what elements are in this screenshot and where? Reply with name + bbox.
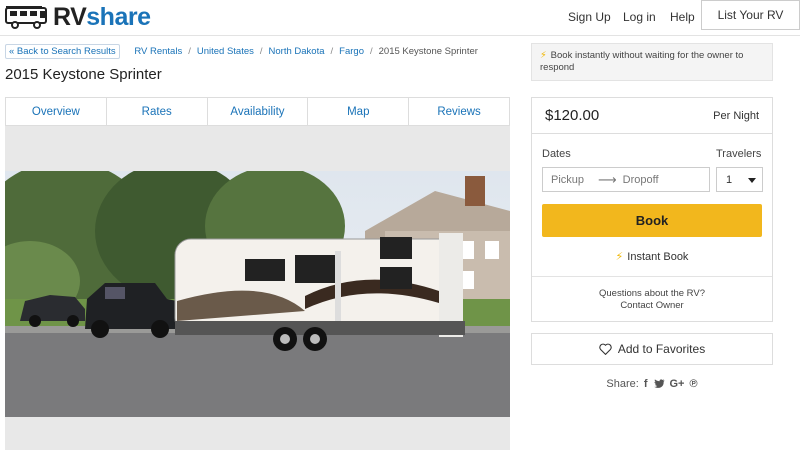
instant-book-notice: ⚡ Book instantly without waiting for the … [531,43,773,81]
lightning-icon: ⚡ [540,50,547,61]
favorites-label: Add to Favorites [617,342,706,356]
google-plus-icon[interactable]: G+ [670,378,685,390]
rv-photo[interactable] [5,171,510,417]
divider [532,276,772,277]
travelers-label: Travelers [716,148,762,160]
tab-rates[interactable]: Rates [107,98,208,125]
dates-picker[interactable]: Pickup ⟶ Dropoff [542,167,710,192]
pinterest-icon[interactable]: ℗ [689,378,697,390]
per-night-label: Per Night [713,110,759,122]
share-bar: Share: f G+ ℗ [531,378,773,390]
rv-logo-icon [5,6,47,29]
questions-text: Questions about the RV? [599,288,705,299]
help-link[interactable]: Help [670,10,695,24]
logo-text-rv: RV [53,3,87,31]
nightly-price: $120.00 [545,107,600,124]
price-row: $120.00 Per Night [532,98,772,134]
caret-down-icon [748,178,756,183]
breadcrumb: « Back to Search Results / RV Rentals / … [5,43,478,59]
tab-reviews[interactable]: Reviews [409,98,509,125]
rvshare-logo[interactable]: RVshare [4,3,151,31]
travelers-value: 1 [726,174,733,186]
arrow-right-icon: ⟶ [598,171,617,187]
photo-gallery[interactable] [5,126,510,450]
breadcrumb-fargo[interactable]: Fargo [339,46,364,57]
breadcrumb-north-dakota[interactable]: North Dakota [269,46,325,57]
back-to-search-link[interactable]: « Back to Search Results [5,43,120,59]
breadcrumb-current: 2015 Keystone Sprinter [378,45,478,57]
listing-tabs: Overview Rates Availability Map Reviews [5,97,510,126]
book-button[interactable]: Book [542,204,762,237]
breadcrumb-united-states[interactable]: United States [197,46,254,57]
tab-availability[interactable]: Availability [208,98,309,125]
dropoff-field[interactable]: Dropoff [623,174,659,186]
list-your-rv-button[interactable]: List Your RV [701,0,800,30]
pickup-field[interactable]: Pickup [551,174,584,186]
facebook-icon[interactable]: f [644,378,648,390]
contact-owner-link[interactable]: Contact Owner [532,300,772,312]
tab-overview[interactable]: Overview [6,98,107,125]
share-label: Share: [606,378,639,390]
lightning-icon: ⚡ [615,251,624,263]
heart-icon [599,343,612,355]
twitter-icon[interactable] [653,379,665,389]
instant-book-label: ⚡ Instant Book [532,250,772,263]
booking-panel: $120.00 Per Night Dates Travelers Pickup… [531,97,773,322]
add-to-favorites-button[interactable]: Add to Favorites [531,333,773,365]
instant-book-text: Instant Book [627,251,689,263]
login-link[interactable]: Log in [623,10,656,24]
top-header: RVshare Sign Up Log in Help List Your RV [0,0,800,36]
listing-title: 2015 Keystone Sprinter [5,66,162,83]
signup-link[interactable]: Sign Up [568,10,611,24]
dates-label: Dates [542,148,571,160]
instant-notice-text: Book instantly without waiting for the o… [540,50,744,73]
tab-map[interactable]: Map [308,98,410,125]
logo-text-share: share [86,3,151,31]
travelers-select[interactable]: 1 [716,167,763,192]
breadcrumb-rv-rentals[interactable]: RV Rentals [134,46,182,57]
questions-section: Questions about the RV? Contact Owner [532,288,772,312]
